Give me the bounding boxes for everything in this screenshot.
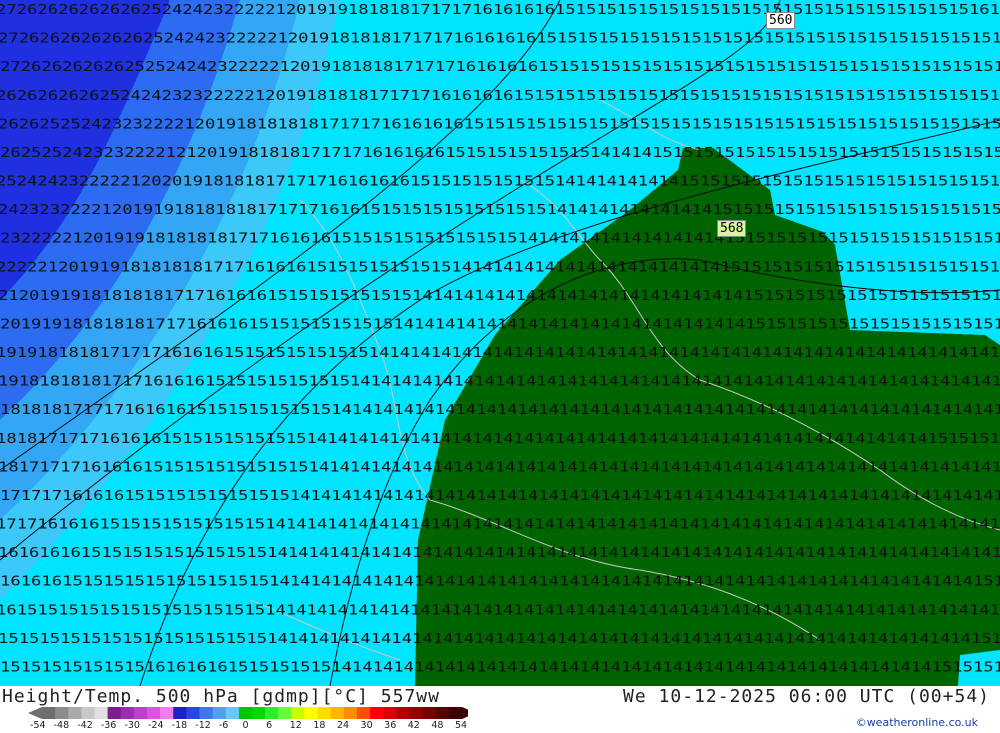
field-row: 2726262626262525242423222221201918181817… <box>0 60 1000 75</box>
credit-link[interactable]: ©weatheronline.co.uk <box>856 716 978 729</box>
legend-swatch <box>278 707 292 719</box>
field-row: 1818171717161616151515151515151414141414… <box>0 432 1000 447</box>
map-title: Height/Temp. 500 hPa [gdmp][°C] 557ww <box>2 686 440 707</box>
legend-swatch <box>120 707 135 719</box>
field-row: 1515151515151516161616151515151514141414… <box>0 660 1000 675</box>
field-row: 1918181818171716161615151515151515141414… <box>0 375 1000 390</box>
legend-swatch <box>160 707 174 719</box>
field-row: 1717171616161515151515151515141414141414… <box>0 489 1000 504</box>
legend-label: -12 <box>195 720 211 731</box>
legend-label: 18 <box>313 720 326 731</box>
color-legend: -54 -48 -42 -36 -30 -24 -18 -12 -6 0 6 12 18 24 30 36 42… <box>28 707 468 733</box>
map-canvas: 2726262626262625242423222221201919181818… <box>0 0 1000 686</box>
contour-label-568: 568 <box>717 220 747 237</box>
legend-swatch <box>343 707 358 719</box>
legend-swatch <box>317 707 332 719</box>
legend-swatch <box>81 707 95 719</box>
legend-swatch <box>330 707 345 719</box>
legend-swatch <box>265 707 279 719</box>
map-footer: Height/Temp. 500 hPa [gdmp][°C] 557ww We… <box>0 686 1000 733</box>
legend-swatch <box>173 707 187 719</box>
field-row: 2222212019191818181817171616161515151515… <box>0 260 1000 275</box>
legend-swatch <box>238 707 253 719</box>
field-row: 1616161515151515151515151514141414141414… <box>0 575 1000 590</box>
legend-label: -42 <box>77 720 93 731</box>
field-row: 1817171716161615151515151515151414141414… <box>0 460 1000 475</box>
legend-swatch <box>55 707 69 719</box>
contour-label-560: 560 <box>766 12 796 29</box>
legend-label: -6 <box>218 720 229 731</box>
legend-swatch <box>409 707 424 719</box>
legend-label: -18 <box>171 720 188 731</box>
legend-label: 36 <box>384 720 397 731</box>
legend-swatch <box>42 707 56 719</box>
field-row: 1717161616151515151515151514141414141414… <box>0 518 1000 533</box>
legend-label: -24 <box>148 720 164 731</box>
legend-label: -48 <box>53 720 70 731</box>
legend-swatch <box>435 707 450 719</box>
field-row: 2726262626262625242423222221201919181818… <box>0 3 1000 18</box>
legend-colorbar <box>28 707 468 719</box>
field-row: 1818181717171616161515151515151514141414… <box>0 403 1000 418</box>
legend-swatch <box>94 707 109 719</box>
field-row: 1515151515151515151515151514141414141414… <box>0 632 1000 647</box>
legend-label: -30 <box>124 720 140 731</box>
field-row: 2626252524232322221201918181818171717161… <box>0 117 1000 132</box>
field-row: 2322222120191918181818171716161615151515… <box>0 232 1000 247</box>
field-row: 2019191818181817171616161515151515151514… <box>0 317 1000 332</box>
field-row: 1919181818171717161616151515151515151414… <box>0 346 1000 361</box>
weather-map: 2726262626262625242423222221201919181818… <box>0 0 1000 686</box>
legend-swatch <box>370 707 384 719</box>
field-row: 1616161615151515151515151514141414141414… <box>0 546 1000 561</box>
legend-label: -36 <box>100 720 117 731</box>
legend-swatch <box>68 707 82 719</box>
legend-swatch <box>147 707 161 719</box>
legend-swatch <box>422 707 437 719</box>
legend-label: 0 <box>242 720 249 731</box>
field-row: 2120191918181818171716161615151515151515… <box>0 289 1000 304</box>
legend-swatch <box>107 707 122 719</box>
map-datetime: We 10-12-2025 06:00 UTC (00+54) <box>623 686 990 707</box>
legend-swatch <box>383 707 397 719</box>
legend-swatch <box>186 707 200 719</box>
legend-label: 30 <box>360 720 373 731</box>
field-row: 2726262626262625242423222221201918181817… <box>0 32 1000 47</box>
field-row: 1615151515151515151515151514141414141414… <box>0 603 1000 618</box>
field-row: 2626262626252424232322222120191818181717… <box>0 89 1000 104</box>
legend-swatch <box>291 707 305 719</box>
legend-swatch <box>199 707 214 719</box>
legend-swatch <box>225 707 240 719</box>
legend-label: 24 <box>336 720 350 731</box>
legend-swatch <box>396 707 410 719</box>
legend-swatch <box>133 707 148 719</box>
field-row: 2524242322222120201918181817171716161616… <box>0 175 1000 190</box>
legend-swatch <box>252 707 266 719</box>
legend-swatch <box>304 707 319 719</box>
legend-label: -54 <box>30 720 46 731</box>
legend-label: 6 <box>266 720 273 731</box>
legend-swatch <box>357 707 371 719</box>
legend-arrow-right <box>462 707 468 719</box>
legend-swatch <box>448 707 463 719</box>
legend-label: 42 <box>407 720 420 731</box>
legend-swatch <box>212 707 227 719</box>
legend-label: 12 <box>289 720 302 731</box>
field-row: 2625252423232222121201918181817171716161… <box>0 146 1000 161</box>
legend-label: 48 <box>431 720 444 731</box>
field-row: 2423232222120191918181818171717161615151… <box>0 203 1000 218</box>
legend-label: 54 <box>455 720 468 731</box>
legend-arrow-left <box>28 707 42 719</box>
